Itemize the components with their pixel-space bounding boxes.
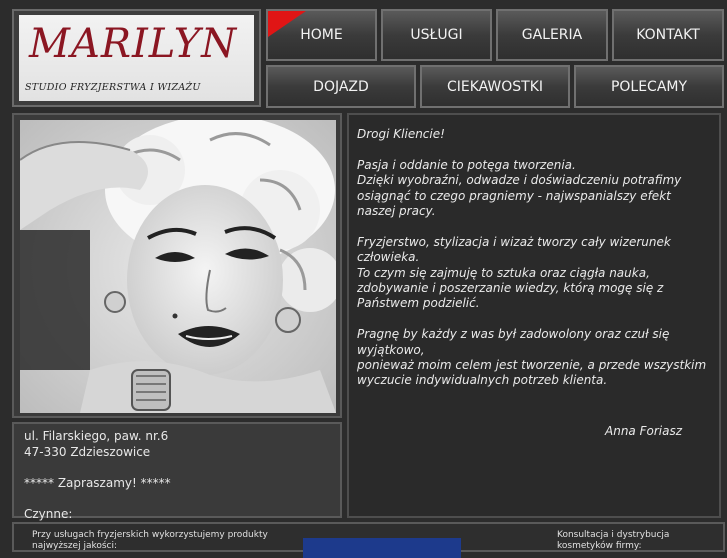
message-line: To czym się zajmuję to sztuka oraz ciągł… xyxy=(357,265,664,311)
partner-brand-logo[interactable] xyxy=(303,538,461,558)
footer-distribution-text: Konsultacja i dystrybucja kosmetyków fir… xyxy=(557,530,670,551)
nav-uslugi-label: USŁUGI xyxy=(410,27,463,43)
opening-hours-label: Czynne: xyxy=(24,506,73,521)
address-street: ul. Filarskiego, paw. nr.6 xyxy=(24,429,169,443)
nav-polecamy-label: POLECAMY xyxy=(610,78,688,95)
welcome-message-panel: Drogi Kliencie! Pasja i oddanie to potęg… xyxy=(347,113,721,518)
nav-galeria-button[interactable]: GALERIA xyxy=(496,9,608,61)
nav-polecamy-button[interactable]: POLECAMY xyxy=(574,65,724,108)
address-city: 47-330 Zdzieszowice xyxy=(24,444,151,459)
message-line: Fryzjerstwo, stylizacja i wizaż tworzy c… xyxy=(357,234,671,265)
greeting: Drogi Kliencie! xyxy=(357,127,445,141)
footer-panel: Przy usługach fryzjerskich wykorzystujem… xyxy=(12,522,725,558)
message-line: Pragnę by każdy z was był zadowolony ora… xyxy=(357,327,670,357)
nav-uslugi-button[interactable]: USŁUGI xyxy=(381,9,492,61)
active-corner-marker xyxy=(268,11,306,37)
portrait-photo xyxy=(20,120,336,413)
nav-dojazd-button[interactable]: DOJAZD xyxy=(266,65,416,108)
photo-panel xyxy=(12,113,342,418)
signature: Anna Foriasz xyxy=(605,424,683,438)
message-paragraph-3: Pragnę by każdy z was był zadowolony ora… xyxy=(357,327,707,389)
welcome-message: Drogi Kliencie! Pasja i oddanie to potęg… xyxy=(357,127,707,404)
message-paragraph-1: Pasja i oddanie to potęga tworzenia. Dzi… xyxy=(357,158,707,220)
logo-title: MARILYN xyxy=(29,21,238,67)
message-line: Pasja i oddanie to potęga tworzenia. xyxy=(357,157,576,172)
nav-galeria-label: GALERIA xyxy=(521,27,583,43)
nav-ciekawostki-button[interactable]: CIEKAWOSTKI xyxy=(420,65,570,108)
nav-dojazd-label: DOJAZD xyxy=(313,78,369,95)
footer-products-text: Przy usługach fryzjerskich wykorzystujem… xyxy=(32,530,268,551)
nav-home-label: HOME xyxy=(300,27,343,43)
logo-box[interactable]: MARILYN STUDIO FRYZJERSTWA I WIZAŻU xyxy=(12,9,261,107)
address: ul. Filarskiego, paw. nr.6 47-330 Zdzies… xyxy=(24,429,171,523)
nav-kontakt-label: KONTAKT xyxy=(636,27,700,43)
portrait-illustration xyxy=(20,120,336,413)
message-paragraph-2: Fryzjerstwo, stylizacja i wizaż tworzy c… xyxy=(357,235,707,312)
address-panel: ul. Filarskiego, paw. nr.6 47-330 Zdzies… xyxy=(12,422,342,521)
invitation-text: ***** Zapraszamy! ***** xyxy=(24,475,171,490)
nav-home-button[interactable]: HOME xyxy=(266,9,377,61)
message-line: Dzięki wyobraźni, odwadze i doświadczeni… xyxy=(357,173,682,219)
nav-ciekawostki-label: CIEKAWOSTKI xyxy=(446,78,544,95)
logo-subtitle: STUDIO FRYZJERSTWA I WIZAŻU xyxy=(25,82,201,93)
logo[interactable]: MARILYN STUDIO FRYZJERSTWA I WIZAŻU xyxy=(19,15,254,101)
message-line: ponieważ moim celem jest tworzenie, a pr… xyxy=(357,358,707,388)
nav-kontakt-button[interactable]: KONTAKT xyxy=(612,9,724,61)
